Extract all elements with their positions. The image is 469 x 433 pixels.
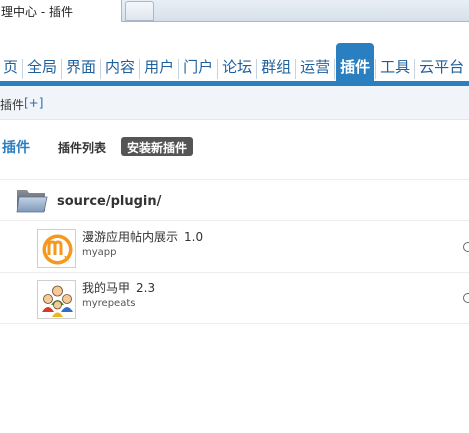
nav-separator <box>100 59 102 79</box>
myapp-logo-icon <box>37 229 76 268</box>
folder-path: source/plugin/ <box>57 194 162 209</box>
nav-separator <box>256 59 258 79</box>
browser-tab-strip: 理中心 - 插件 <box>0 0 469 22</box>
browser-tab[interactable]: 理中心 - 插件 <box>0 0 122 22</box>
nav-item-tools[interactable]: 工具 <box>377 43 413 85</box>
nav-item-interface[interactable]: 界面 <box>63 43 99 85</box>
nav-separator <box>139 59 141 79</box>
plugin-identifier: myapp <box>82 247 117 258</box>
plugin-version: 2.3 <box>136 281 156 295</box>
plugin-row: 我的马甲 2.3 myrepeats <box>0 273 469 323</box>
new-tab-button[interactable] <box>125 1 154 21</box>
nav-item-forum[interactable]: 论坛 <box>219 43 255 85</box>
plugin-name: 漫游应用帖内展示 1.0 <box>82 228 203 245</box>
nav-separator <box>217 59 219 79</box>
nav-item-global[interactable]: 全局 <box>24 43 60 85</box>
top-navigation: 页 全局 界面 内容 用户 门户 论坛 群组 运营 插件 工具 云平台 <box>0 22 469 85</box>
people-group-icon <box>37 280 76 319</box>
nav-item-users[interactable]: 用户 <box>141 43 177 85</box>
divider <box>0 323 469 324</box>
nav-separator <box>178 59 180 79</box>
nav-item-groups[interactable]: 群组 <box>258 43 294 85</box>
nav-separator <box>22 59 24 79</box>
divider <box>0 179 469 180</box>
nav-item-home[interactable]: 页 <box>0 43 21 85</box>
browser-tab-title: 理中心 - 插件 <box>1 5 73 19</box>
sub-navigation: 插件 [+] <box>0 86 469 120</box>
plugin-row: 漫游应用帖内展示 1.0 myapp <box>0 222 469 272</box>
divider <box>0 220 469 221</box>
tab-install-plugin[interactable]: 安装新插件 <box>121 137 194 156</box>
nav-item-operations[interactable]: 运营 <box>297 43 333 85</box>
nav-separator <box>414 59 416 79</box>
folder-icon <box>16 186 48 213</box>
plugin-name: 我的马甲 2.3 <box>82 279 155 296</box>
nav-separator <box>295 59 297 79</box>
plugin-select-radio[interactable] <box>463 242 469 252</box>
page-title: 插件 <box>2 140 30 156</box>
plugin-select-radio[interactable] <box>463 293 469 303</box>
nav-item-portal[interactable]: 门户 <box>180 43 216 85</box>
subnav-add-button[interactable]: [+] <box>24 96 43 110</box>
nav-item-content[interactable]: 内容 <box>102 43 138 85</box>
nav-separator <box>61 59 63 79</box>
plugin-title: 我的马甲 <box>82 281 131 295</box>
plugin-version: 1.0 <box>184 230 204 244</box>
nav-item-cloud[interactable]: 云平台 <box>416 43 467 85</box>
nav-separator <box>334 59 336 79</box>
nav-item-plugins[interactable]: 插件 <box>336 43 375 85</box>
subnav-plugins-link[interactable]: 插件 <box>0 96 24 113</box>
plugin-title: 漫游应用帖内展示 <box>82 230 179 244</box>
tab-plugin-list[interactable]: 插件列表 <box>58 139 106 156</box>
nav-separator <box>375 59 377 79</box>
plugin-identifier: myrepeats <box>82 298 136 309</box>
